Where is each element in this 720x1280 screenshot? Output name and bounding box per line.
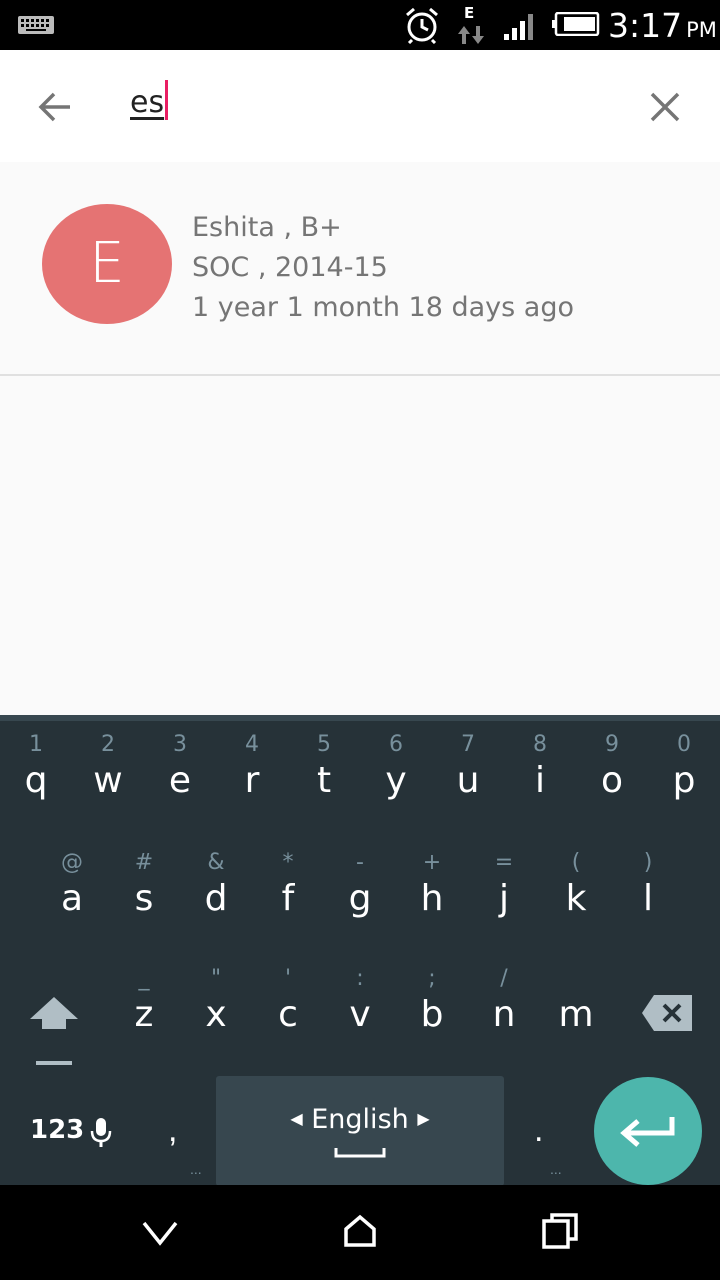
enter-key[interactable] bbox=[594, 1077, 702, 1185]
nav-home-icon[interactable] bbox=[340, 1211, 380, 1251]
key-o[interactable]: 9o bbox=[576, 731, 648, 803]
nav-back-icon[interactable] bbox=[140, 1215, 180, 1249]
key-g[interactable]: -g bbox=[324, 849, 396, 921]
data-arrows-icon: E bbox=[456, 4, 486, 46]
enter-icon bbox=[620, 1117, 675, 1147]
comma-key[interactable]: , bbox=[168, 1111, 177, 1150]
key-c[interactable]: ' c bbox=[252, 965, 324, 1037]
search-input[interactable]: es bbox=[130, 80, 169, 132]
status-time: 3:17 PM bbox=[608, 6, 717, 45]
key-d[interactable]: & d bbox=[180, 849, 252, 921]
comma-more-indicator: ... bbox=[190, 1161, 202, 1177]
space-key[interactable]: ◀ English ▶ bbox=[216, 1076, 504, 1186]
avatar: E bbox=[42, 204, 172, 324]
arrow-back-icon[interactable] bbox=[30, 82, 80, 132]
key-f[interactable]: * f bbox=[252, 849, 324, 921]
shift-icon[interactable] bbox=[26, 989, 82, 1079]
navigation-bar bbox=[0, 1185, 720, 1280]
result-name-group: Eshita , B+ bbox=[192, 212, 342, 243]
close-icon[interactable] bbox=[640, 82, 690, 132]
key-z[interactable]: _ z bbox=[108, 965, 180, 1037]
key-q[interactable]: 1q bbox=[0, 731, 72, 803]
key-e[interactable]: 3e bbox=[144, 731, 216, 803]
battery-icon bbox=[552, 12, 600, 36]
key-h[interactable]: + h bbox=[396, 849, 468, 921]
key-p[interactable]: 0p bbox=[648, 731, 720, 803]
signal-icon bbox=[504, 14, 533, 40]
key-k[interactable]: (k bbox=[540, 849, 612, 921]
microphone-icon[interactable] bbox=[90, 1117, 112, 1149]
result-time-ago: 1 year 1 month 18 days ago bbox=[192, 292, 575, 323]
keyboard-icon bbox=[18, 16, 54, 34]
period-more-indicator: ... bbox=[550, 1161, 562, 1177]
key-m[interactable]: m bbox=[540, 965, 612, 1037]
key-u[interactable]: 7u bbox=[432, 731, 504, 803]
space-icon bbox=[334, 1148, 386, 1158]
period-key[interactable]: . bbox=[534, 1111, 543, 1150]
alarm-icon bbox=[406, 7, 438, 44]
backspace-icon[interactable] bbox=[640, 991, 696, 1035]
key-y[interactable]: 6y bbox=[360, 731, 432, 803]
key-n[interactable]: / n bbox=[468, 965, 540, 1037]
list-item[interactable]: E Eshita , B+ SOC , 2014-15 1 year 1 mon… bbox=[0, 162, 720, 376]
key-v[interactable]: :v bbox=[324, 965, 396, 1037]
text-cursor bbox=[165, 80, 169, 120]
key-i[interactable]: 8i bbox=[504, 731, 576, 803]
language-prev-icon: ◀ bbox=[290, 1109, 303, 1128]
result-department-year: SOC , 2014-15 bbox=[192, 252, 388, 283]
search-query: es bbox=[130, 85, 165, 120]
search-toolbar: es bbox=[0, 50, 720, 162]
status-bar: E 3:17 PM bbox=[0, 0, 720, 50]
key-x[interactable]: " x bbox=[180, 965, 252, 1037]
nav-recents-icon[interactable] bbox=[540, 1211, 580, 1251]
key-t[interactable]: 5t bbox=[288, 731, 360, 803]
results-list: E Eshita , B+ SOC , 2014-15 1 year 1 mon… bbox=[0, 162, 720, 715]
key-j[interactable]: = j bbox=[468, 849, 540, 921]
key-w[interactable]: 2w bbox=[72, 731, 144, 803]
soft-keyboard: 1q 2w 3e 4r 5t 6y 7u 8i 9o 0p @ a # s & d *… bbox=[0, 715, 720, 1186]
key-s[interactable]: # s bbox=[108, 849, 180, 921]
symbols-key[interactable]: 123 bbox=[30, 1115, 84, 1145]
key-b[interactable]: ; b bbox=[396, 965, 468, 1037]
key-a[interactable]: @ a bbox=[36, 849, 108, 921]
key-r[interactable]: 4r bbox=[216, 731, 288, 803]
language-label: ◀ English ▶ bbox=[290, 1104, 430, 1135]
language-next-icon: ▶ bbox=[417, 1109, 430, 1128]
key-l[interactable]: ) l bbox=[612, 849, 684, 921]
